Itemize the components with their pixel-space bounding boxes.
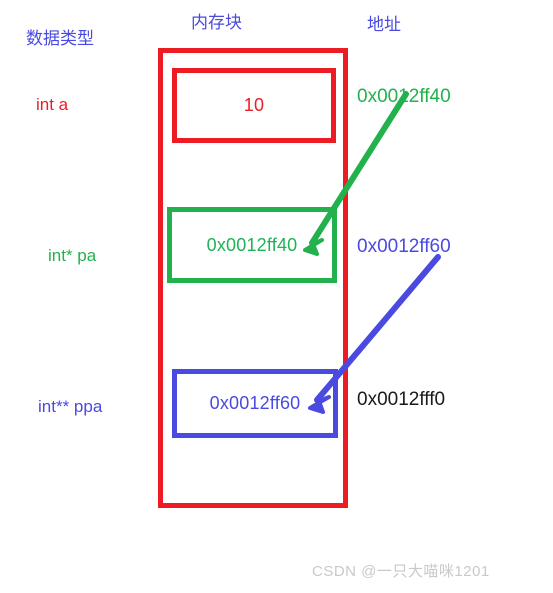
memory-cell-a: 10 <box>172 68 336 143</box>
memory-cell-pa-value: 0x0012ff40 <box>206 234 298 255</box>
type-label-ppa: int** ppa <box>38 397 103 416</box>
type-label-pa: int* pa <box>48 246 97 265</box>
type-label-a: int a <box>36 95 69 114</box>
column-header-address: 地址 <box>367 15 401 34</box>
memory-cell-ppa: 0x0012ff60 <box>172 369 338 438</box>
memory-cell-a-value: 10 <box>243 95 265 115</box>
csdn-watermark: CSDN @一只大喵咪1201 <box>312 563 490 580</box>
address-label-a: 0x0012ff40 <box>357 86 451 107</box>
column-header-datatype: 数据类型 <box>26 29 94 48</box>
memory-cell-ppa-value: 0x0012ff60 <box>209 393 301 413</box>
diagram-canvas: 数据类型 内存块 地址 10 0x0012ff40 0x0012ff60 int… <box>0 0 553 593</box>
column-header-memory-block: 内存块 <box>191 13 242 32</box>
address-label-ppa: 0x0012fff0 <box>357 389 446 410</box>
address-label-pa: 0x0012ff60 <box>357 236 451 257</box>
memory-cell-pa: 0x0012ff40 <box>167 207 337 283</box>
